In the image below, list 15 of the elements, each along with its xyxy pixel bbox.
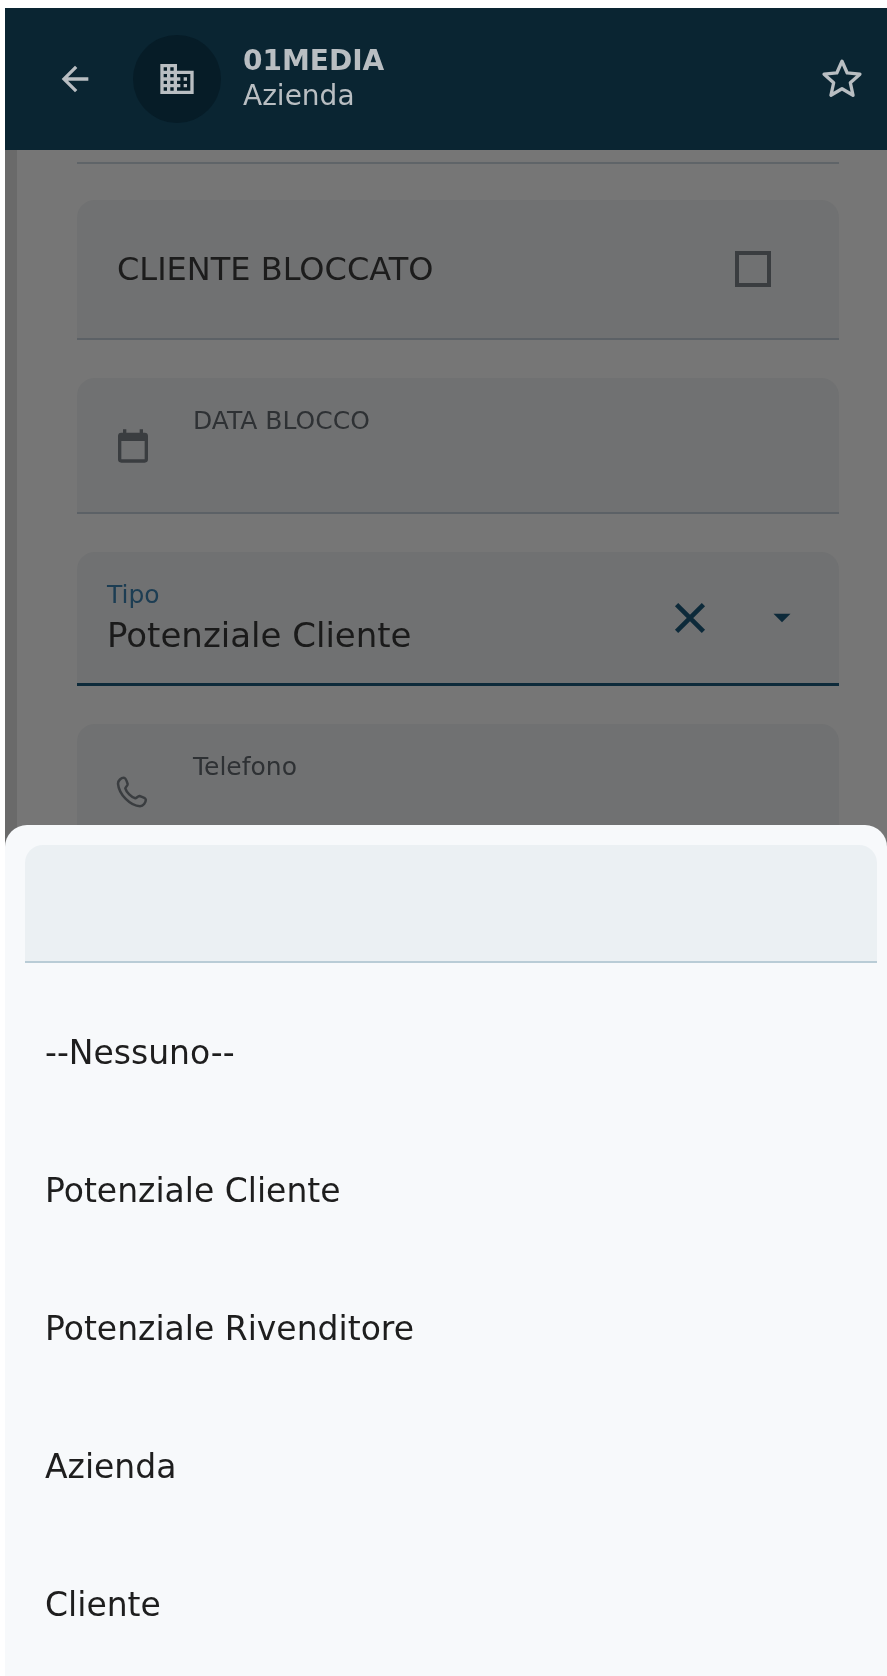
header-subtitle: Azienda xyxy=(243,78,356,114)
field-label: DATA BLOCCO xyxy=(193,406,370,435)
search-field[interactable] xyxy=(25,845,877,963)
field-value: Potenziale Cliente xyxy=(107,615,413,655)
option-item[interactable]: Azienda xyxy=(25,1397,877,1535)
option-item[interactable]: Cliente xyxy=(25,1535,877,1673)
checkbox[interactable] xyxy=(735,251,771,287)
select-field[interactable]: Tipo Potenziale Cliente xyxy=(77,552,839,686)
field-label: Telefono xyxy=(193,752,297,781)
checkbox-label: CLIENTE BLOCCATO xyxy=(117,250,434,288)
option-item[interactable]: Potenziale Cliente xyxy=(25,1121,877,1259)
header-title: 01MEDIA xyxy=(243,44,386,78)
option-item[interactable]: --Nessuno-- xyxy=(25,983,877,1121)
field-label: Tipo xyxy=(107,580,161,609)
option-item[interactable]: Potenziale Rivenditore xyxy=(25,1259,877,1397)
